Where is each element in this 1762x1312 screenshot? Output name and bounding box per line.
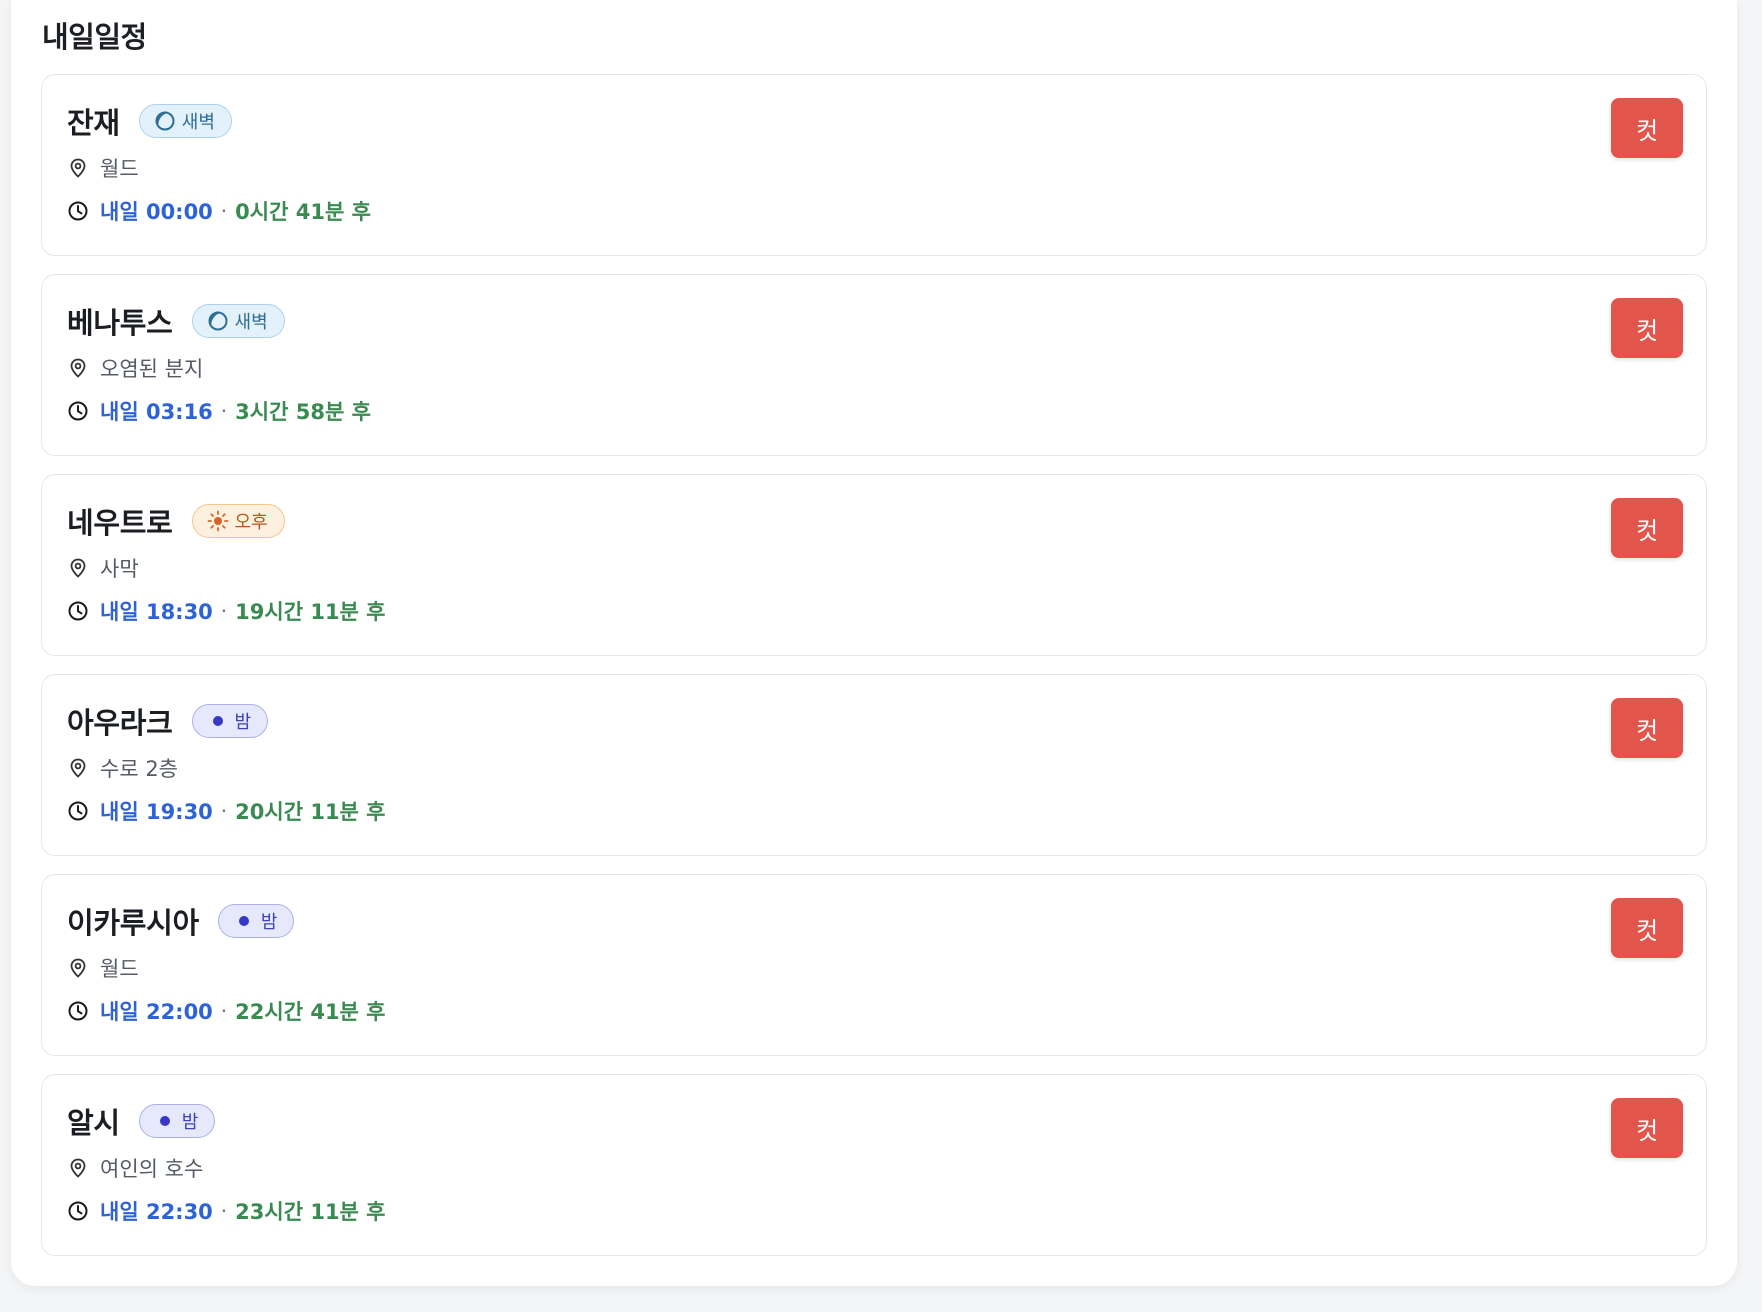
boss-name: 이카루시아 (67, 906, 199, 940)
spawn-time: 내일 00:00 (100, 200, 213, 224)
boss-name: 알시 (67, 1106, 120, 1140)
spawn-time: 내일 22:30 (100, 1200, 213, 1224)
time-row: 내일 22:00 · 22시간 41분 후 (67, 996, 386, 1026)
sun-icon (207, 510, 229, 532)
location-text: 월드 (100, 957, 139, 981)
location-text: 오염된 분지 (100, 357, 204, 381)
remaining-time: 20시간 11분 후 (235, 800, 386, 824)
spawn-time: 내일 22:00 (100, 1000, 213, 1024)
location-text: 사막 (100, 557, 139, 581)
moon-icon (207, 310, 229, 332)
boss-name: 잔재 (67, 106, 120, 140)
location-text: 월드 (100, 157, 139, 181)
period-badge: 새벽 (138, 104, 232, 138)
clock-icon (67, 1200, 89, 1222)
period-label: 새벽 (234, 312, 268, 333)
boss-name: 아우라크 (67, 706, 173, 740)
location-text: 수로 2층 (100, 757, 178, 781)
clock-icon (67, 800, 89, 822)
separator: · (220, 999, 228, 1023)
period-label: 밤 (234, 712, 252, 733)
location-row: 월드 (67, 153, 139, 183)
spawn-time: 내일 18:30 (100, 600, 213, 624)
location-row: 사막 (67, 553, 139, 583)
clock-icon (67, 400, 89, 422)
card-header: 잔재 새벽 (67, 101, 232, 141)
boss-name: 베나투스 (67, 306, 173, 340)
schedule-card: 이카루시아 밤 월드 내일 22:00 · 22시간 41분 후 컷 (41, 874, 1707, 1056)
schedule-list: 잔재 새벽 월드 내일 00:00 · 0시간 41분 후 컷 베나투스 새벽 … (41, 74, 1707, 1274)
remaining-time: 0시간 41분 후 (235, 200, 371, 224)
card-header: 네우트로 오후 (67, 501, 285, 541)
period-badge: 밤 (138, 1104, 216, 1138)
dot-icon (211, 710, 225, 732)
period-badge: 밤 (217, 904, 295, 938)
period-badge: 새벽 (191, 304, 285, 338)
moon-icon (154, 110, 176, 132)
period-label: 밤 (181, 1112, 199, 1133)
card-header: 베나투스 새벽 (67, 301, 285, 341)
time-row: 내일 18:30 · 19시간 11분 후 (67, 596, 386, 626)
location-row: 월드 (67, 953, 139, 983)
time-row: 내일 03:16 · 3시간 58분 후 (67, 396, 371, 426)
cut-button[interactable]: 컷 (1611, 498, 1683, 558)
location-pin-icon (67, 357, 89, 379)
separator: · (220, 399, 228, 423)
cut-button[interactable]: 컷 (1611, 98, 1683, 158)
boss-name: 네우트로 (67, 506, 173, 540)
card-header: 이카루시아 밤 (67, 901, 295, 941)
location-pin-icon (67, 157, 89, 179)
remaining-time: 19시간 11분 후 (235, 600, 386, 624)
cut-button[interactable]: 컷 (1611, 298, 1683, 358)
cut-button[interactable]: 컷 (1611, 698, 1683, 758)
section-title: 내일일정 (42, 20, 147, 54)
schedule-card: 알시 밤 여인의 호수 내일 22:30 · 23시간 11분 후 컷 (41, 1074, 1707, 1256)
card-header: 아우라크 밤 (67, 701, 269, 741)
spawn-time: 내일 03:16 (100, 400, 213, 424)
dot-icon (237, 910, 251, 932)
location-pin-icon (67, 557, 89, 579)
separator: · (220, 1199, 228, 1223)
location-row: 여인의 호수 (67, 1153, 203, 1183)
location-pin-icon (67, 1157, 89, 1179)
schedule-card: 베나투스 새벽 오염된 분지 내일 03:16 · 3시간 58분 후 컷 (41, 274, 1707, 456)
separator: · (220, 199, 228, 223)
location-row: 수로 2층 (67, 753, 178, 783)
separator: · (220, 799, 228, 823)
remaining-time: 23시간 11분 후 (235, 1200, 386, 1224)
location-pin-icon (67, 957, 89, 979)
period-label: 밤 (260, 912, 278, 933)
period-badge: 밤 (191, 704, 269, 738)
schedule-panel: 내일일정 잔재 새벽 월드 내일 00:00 · 0시간 41분 후 컷 베나투… (11, 0, 1737, 1286)
cut-button[interactable]: 컷 (1611, 898, 1683, 958)
schedule-card: 잔재 새벽 월드 내일 00:00 · 0시간 41분 후 컷 (41, 74, 1707, 256)
clock-icon (67, 200, 89, 222)
clock-icon (67, 1000, 89, 1022)
location-pin-icon (67, 757, 89, 779)
dot-icon (158, 1110, 172, 1132)
separator: · (220, 599, 228, 623)
time-row: 내일 22:30 · 23시간 11분 후 (67, 1196, 386, 1226)
schedule-card: 네우트로 오후 사막 내일 18:30 · 19시간 11분 후 컷 (41, 474, 1707, 656)
schedule-card: 아우라크 밤 수로 2층 내일 19:30 · 20시간 11분 후 컷 (41, 674, 1707, 856)
remaining-time: 22시간 41분 후 (235, 1000, 386, 1024)
time-row: 내일 00:00 · 0시간 41분 후 (67, 196, 371, 226)
period-label: 오후 (234, 512, 268, 533)
period-label: 새벽 (181, 112, 215, 133)
remaining-time: 3시간 58분 후 (235, 400, 371, 424)
card-header: 알시 밤 (67, 1101, 216, 1141)
location-row: 오염된 분지 (67, 353, 203, 383)
spawn-time: 내일 19:30 (100, 800, 213, 824)
clock-icon (67, 600, 89, 622)
period-badge: 오후 (191, 504, 285, 538)
location-text: 여인의 호수 (100, 1157, 204, 1181)
time-row: 내일 19:30 · 20시간 11분 후 (67, 796, 386, 826)
cut-button[interactable]: 컷 (1611, 1098, 1683, 1158)
